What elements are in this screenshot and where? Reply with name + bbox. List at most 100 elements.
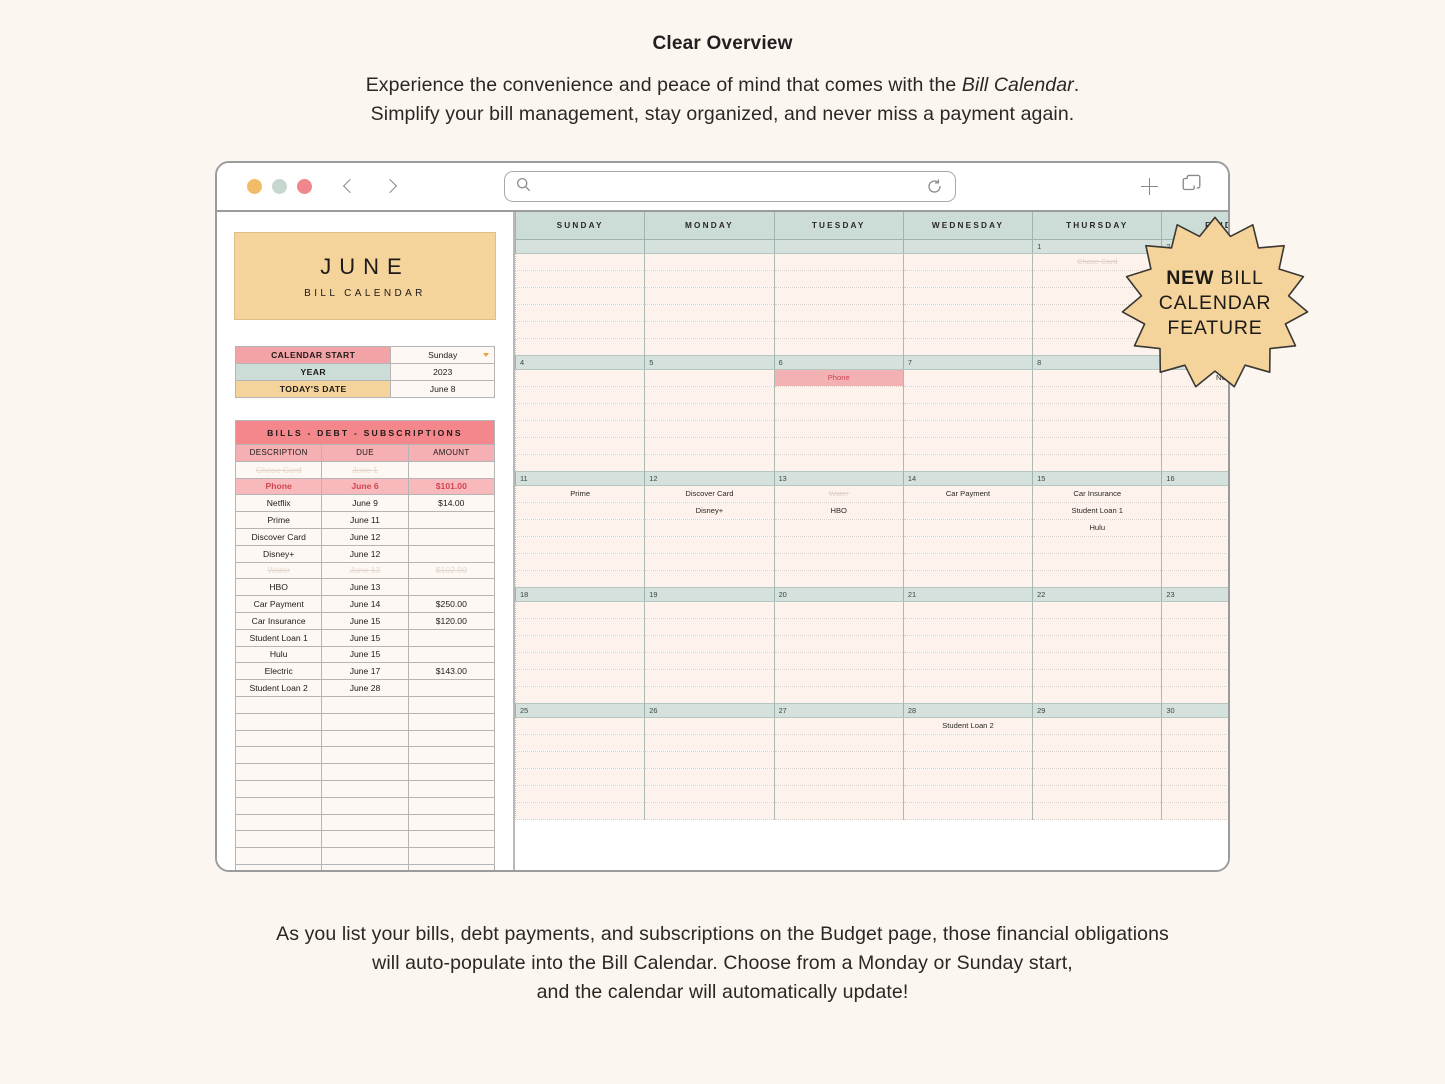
calendar-date-number[interactable]: 16 [1161,470,1228,486]
calendar-empty-cell[interactable] [644,369,775,387]
calendar-empty-cell[interactable] [902,652,1034,670]
calendar-empty-cell[interactable] [902,553,1034,571]
calendar-date-number[interactable]: 21 [902,586,1034,602]
calendar-empty-cell[interactable] [1032,437,1163,455]
calendar-empty-cell[interactable] [644,635,775,653]
calendar-empty-cell[interactable] [773,420,904,438]
calendar-event[interactable]: Prime [515,485,646,503]
calendar-empty-cell[interactable] [1161,618,1228,636]
calendar-empty-cell[interactable] [902,686,1034,704]
calendar-empty-cell[interactable] [515,287,646,305]
calendar-empty-cell[interactable] [644,618,775,636]
calendar-date-number[interactable] [644,238,775,254]
table-row[interactable]: Chase Card June 1 [234,460,496,479]
calendar-empty-cell[interactable] [773,553,904,571]
calendar-empty-cell[interactable] [1161,768,1228,786]
calendar-empty-cell[interactable] [773,635,904,653]
calendar-empty-cell[interactable] [515,420,646,438]
calendar-empty-cell[interactable] [902,751,1034,769]
calendar-empty-cell[interactable] [1032,601,1163,619]
calendar-empty-cell[interactable] [644,717,775,735]
calendar-empty-cell[interactable] [902,635,1034,653]
calendar-empty-cell[interactable] [773,403,904,421]
calendar-empty-cell[interactable] [902,570,1034,588]
calendar-empty-cell[interactable] [644,437,775,455]
calendar-empty-cell[interactable] [644,519,775,537]
calendar-empty-cell[interactable] [902,785,1034,803]
calendar-empty-cell[interactable] [1161,734,1228,752]
table-row[interactable]: Car Insurance June 15 $120.00 [234,611,496,630]
calendar-empty-cell[interactable] [1161,669,1228,687]
calendar-empty-cell[interactable] [515,502,646,520]
calendar-date-number[interactable]: 23 [1161,586,1228,602]
calendar-date-number[interactable]: 7 [902,354,1034,370]
calendar-empty-cell[interactable] [1032,802,1163,820]
table-row[interactable] [234,813,496,832]
calendar-empty-cell[interactable] [773,304,904,322]
chevron-left-icon[interactable] [342,180,356,194]
calendar-empty-cell[interactable] [902,454,1034,472]
calendar-empty-cell[interactable] [1161,553,1228,571]
calendar-empty-cell[interactable] [515,734,646,752]
calendar-empty-cell[interactable] [644,570,775,588]
calendar-empty-cell[interactable] [773,386,904,404]
calendar-empty-cell[interactable] [773,454,904,472]
settings-value[interactable]: June 8 [390,380,495,398]
calendar-empty-cell[interactable] [644,768,775,786]
calendar-empty-cell[interactable] [773,338,904,356]
calendar-empty-cell[interactable] [515,652,646,670]
calendar-empty-cell[interactable] [1161,802,1228,820]
calendar-empty-cell[interactable] [515,386,646,404]
calendar-empty-cell[interactable] [902,304,1034,322]
calendar-empty-cell[interactable] [773,686,904,704]
calendar-empty-cell[interactable] [1032,454,1163,472]
calendar-empty-cell[interactable] [644,321,775,339]
calendar-empty-cell[interactable] [515,785,646,803]
calendar-empty-cell[interactable] [902,253,1034,271]
calendar-empty-cell[interactable] [515,553,646,571]
calendar-empty-cell[interactable] [515,369,646,387]
calendar-event[interactable]: Car Payment [902,485,1034,503]
calendar-date-number[interactable]: 19 [644,586,775,602]
table-row[interactable]: Student Loan 1 June 15 [234,628,496,647]
calendar-event[interactable]: HBO [773,502,904,520]
calendar-date-number[interactable]: 11 [515,470,646,486]
calendar-empty-cell[interactable] [902,669,1034,687]
calendar-empty-cell[interactable] [515,686,646,704]
calendar-empty-cell[interactable] [644,734,775,752]
table-row[interactable]: Electric June 17 $143.00 [234,662,496,681]
calendar-empty-cell[interactable] [773,437,904,455]
calendar-empty-cell[interactable] [773,802,904,820]
calendar-empty-cell[interactable] [1161,485,1228,503]
table-row[interactable] [234,863,496,870]
calendar-empty-cell[interactable] [1161,635,1228,653]
calendar-empty-cell[interactable] [644,420,775,438]
calendar-empty-cell[interactable] [644,304,775,322]
calendar-empty-cell[interactable] [902,768,1034,786]
calendar-empty-cell[interactable] [773,734,904,752]
calendar-empty-cell[interactable] [515,519,646,537]
calendar-empty-cell[interactable] [1161,652,1228,670]
calendar-date-number[interactable]: 5 [644,354,775,370]
calendar-empty-cell[interactable] [515,304,646,322]
calendar-date-number[interactable]: 25 [515,702,646,718]
calendar-empty-cell[interactable] [1032,751,1163,769]
calendar-empty-cell[interactable] [902,519,1034,537]
orange-dot-icon[interactable] [247,179,262,194]
calendar-empty-cell[interactable] [644,454,775,472]
calendar-empty-cell[interactable] [1161,519,1228,537]
settings-value[interactable]: Sunday [390,346,495,364]
calendar-empty-cell[interactable] [644,253,775,271]
calendar-date-number[interactable]: 14 [902,470,1034,486]
table-row[interactable]: Disney+ June 12 [234,544,496,563]
calendar-date-number[interactable]: 15 [1032,470,1163,486]
calendar-empty-cell[interactable] [1161,454,1228,472]
table-row[interactable] [234,830,496,849]
calendar-date-number[interactable]: 18 [515,586,646,602]
calendar-date-number[interactable] [515,238,646,254]
calendar-event[interactable]: Discover Card [644,485,775,503]
calendar-empty-cell[interactable] [1161,502,1228,520]
calendar-empty-cell[interactable] [1032,768,1163,786]
calendar-empty-cell[interactable] [902,536,1034,554]
calendar-empty-cell[interactable] [644,338,775,356]
